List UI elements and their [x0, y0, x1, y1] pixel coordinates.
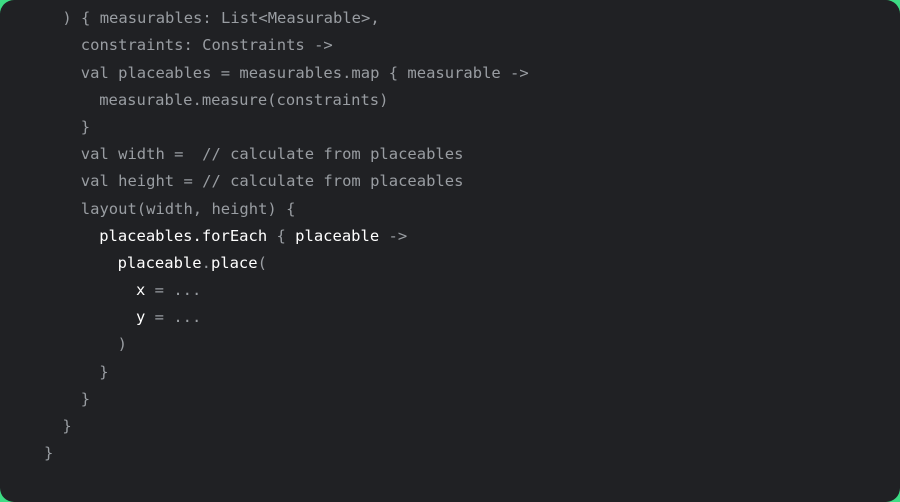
code-line: val placeables = measurables.map { measu…: [0, 60, 529, 87]
code-line: y = ...: [0, 304, 529, 331]
code-line: placeables.forEach { placeable ->: [0, 223, 529, 250]
code-token-highlighted: placeable: [117, 253, 202, 272]
code-token: constraints: Constraints ->: [80, 36, 333, 55]
code-line: }: [0, 413, 529, 440]
code-token: }: [44, 444, 54, 463]
code-token: {: [267, 226, 296, 245]
code-line: }: [0, 359, 529, 386]
code-line: }: [0, 440, 529, 467]
code-token: }: [80, 389, 91, 408]
code-token: }: [99, 362, 109, 381]
code-token: = ...: [145, 281, 202, 300]
code-block: content = content) { measurables: List<M…: [0, 0, 529, 467]
code-line: ) { measurables: List<Measurable>,: [0, 5, 529, 32]
code-token-highlighted: place: [210, 253, 258, 272]
code-line: }: [0, 386, 529, 413]
code-token-highlighted: placeables.forEach: [99, 226, 268, 245]
code-token: = ...: [145, 308, 202, 327]
code-line: layout(width, height) {: [0, 196, 529, 223]
code-token: val width = // calculate from placeables: [80, 145, 464, 164]
code-token-highlighted: x: [136, 281, 146, 300]
code-token: }: [80, 117, 91, 136]
code-line: val height = // calculate from placeable…: [0, 168, 529, 195]
code-line: ): [0, 331, 529, 358]
code-line: measurable.measure(constraints): [0, 87, 529, 114]
code-line: placeable.place(: [0, 250, 529, 277]
code-token: ): [117, 335, 127, 354]
code-token: val placeables = measurables.map { measu…: [80, 63, 529, 82]
code-line: val width = // calculate from placeables: [0, 141, 529, 168]
code-token: measurable.measure(constraints): [99, 90, 389, 109]
code-token: (: [257, 253, 267, 272]
code-token: ->: [379, 226, 408, 245]
code-line: }: [0, 114, 529, 141]
code-token-highlighted: placeable: [295, 226, 380, 245]
code-token: ) { measurables: List<Measurable>,: [62, 9, 380, 28]
code-line: x = ...: [0, 277, 529, 304]
code-token: layout(width, height) {: [80, 199, 296, 218]
code-line: constraints: Constraints ->: [0, 32, 529, 59]
code-token: }: [62, 417, 72, 435]
code-card: content = content) { measurables: List<M…: [0, 0, 900, 502]
code-token: .: [201, 253, 211, 272]
code-token-highlighted: y: [136, 308, 146, 327]
code-token: val height = // calculate from placeable…: [80, 172, 464, 191]
